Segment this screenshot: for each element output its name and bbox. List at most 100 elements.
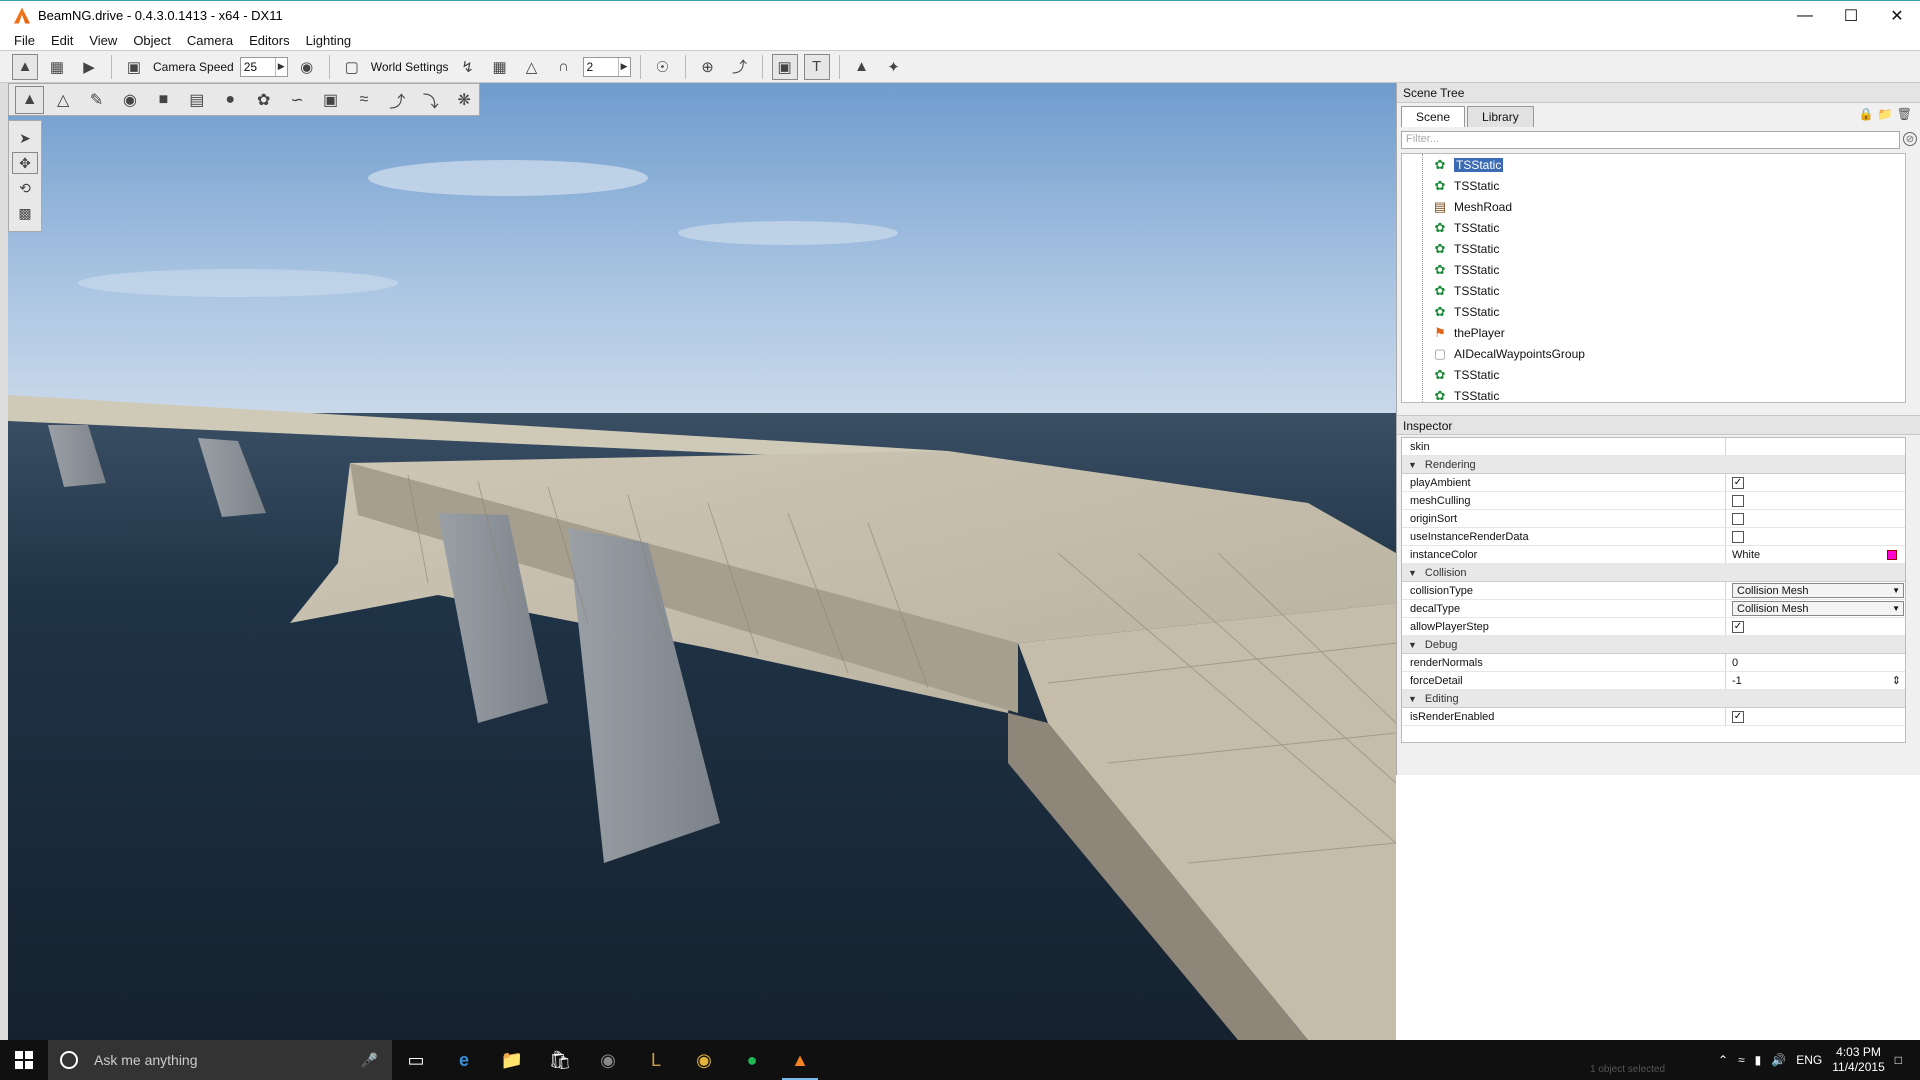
material-editor-icon[interactable]: ◉ — [115, 86, 144, 114]
tree-item[interactable]: ✿ TSStatic — [1402, 364, 1905, 385]
rotate-gizmo-icon[interactable]: ⟲ — [12, 177, 38, 199]
3d-viewport[interactable] — [8, 83, 1396, 1040]
file-explorer-icon[interactable]: 📁 — [488, 1040, 536, 1080]
tree-item[interactable]: ✿ TSStatic — [1402, 280, 1905, 301]
collapse-arrow-icon[interactable]: ▼ — [1408, 568, 1417, 578]
tree-item[interactable]: ✿ TSStatic — [1402, 217, 1905, 238]
scene-render[interactable] — [8, 83, 1396, 1040]
snap-to-terrain-icon[interactable]: ↯ — [455, 54, 481, 80]
camera-speed-stepper[interactable]: 25 ▶ — [239, 56, 288, 77]
cortana-search-box[interactable]: Ask me anything 🎤 — [48, 1040, 392, 1080]
forest-editor-icon[interactable]: ✿ — [249, 86, 278, 114]
select-arrow-icon[interactable]: ➤ — [12, 127, 38, 149]
terrain-painter-icon[interactable]: ✎ — [82, 86, 111, 114]
color-swatch[interactable] — [1887, 549, 1897, 560]
prefab-icon[interactable]: ▲ — [849, 54, 875, 80]
camera-icon[interactable]: ▣ — [121, 54, 147, 80]
tree-item[interactable]: ⚑ thePlayer — [1402, 322, 1905, 343]
menu-lighting[interactable]: Lighting — [298, 33, 360, 48]
tree-item[interactable]: ▢ AIDecalWaypointsGroup — [1402, 343, 1905, 364]
menu-object[interactable]: Object — [125, 33, 179, 48]
screenshot-icon[interactable]: ▢ — [339, 54, 365, 80]
tree-item[interactable]: ✿ TSStatic — [1402, 259, 1905, 280]
network-icon[interactable]: ≈ — [1738, 1053, 1745, 1067]
text-icon[interactable]: T — [803, 53, 830, 80]
close-button[interactable]: ✕ — [1874, 1, 1920, 31]
collapse-arrow-icon[interactable]: ▼ — [1408, 640, 1417, 650]
tree-item[interactable]: ✿ TSStatic — [1402, 301, 1905, 322]
origin-sort-checkbox[interactable] — [1732, 512, 1744, 525]
play-ambient-checkbox[interactable]: ✓ — [1732, 476, 1744, 489]
menu-file[interactable]: File — [6, 33, 43, 48]
decal-editor-icon[interactable]: ● — [216, 86, 245, 114]
snap-value-stepper[interactable]: 2 ▶ — [582, 56, 631, 77]
action-center-icon[interactable]: □ — [1895, 1053, 1902, 1067]
tree-item[interactable]: ✿ TSStatic — [1402, 175, 1905, 196]
lock-icon[interactable]: 🔒 — [1859, 107, 1874, 121]
allow-player-step-checkbox[interactable]: ✓ — [1732, 620, 1744, 633]
mesh-culling-checkbox[interactable] — [1732, 494, 1744, 507]
visibility-eye-icon[interactable]: ◉ — [294, 54, 320, 80]
volume-icon[interactable]: 🔊 — [1771, 1053, 1786, 1067]
particle-editor-icon[interactable]: ❋ — [449, 86, 478, 114]
move-gizmo-icon[interactable]: ✥ — [12, 152, 38, 174]
group-rendering[interactable]: ▼ Rendering — [1402, 456, 1905, 474]
object-center-icon[interactable]: ⊕ — [695, 54, 721, 80]
spotify-icon[interactable]: ● — [728, 1040, 776, 1080]
menu-edit[interactable]: Edit — [43, 33, 81, 48]
terrain-editor-icon[interactable]: △ — [48, 86, 77, 114]
group-editing[interactable]: ▼ Editing — [1402, 690, 1905, 708]
force-detail-field[interactable]: -1 — [1732, 675, 1742, 687]
is-render-enabled-checkbox[interactable]: ✓ — [1732, 710, 1744, 723]
store-icon[interactable]: 🛍 — [536, 1040, 584, 1080]
use-instance-render-data-checkbox[interactable] — [1732, 530, 1744, 543]
render-normals-field[interactable]: 0 — [1726, 654, 1905, 671]
collapse-arrow-icon[interactable]: ▼ — [1408, 694, 1417, 704]
tree-item[interactable]: ✿ TSStatic — [1402, 238, 1905, 259]
stepper-arrow-icon[interactable]: ▶ — [617, 57, 630, 76]
clear-filter-icon[interactable]: ⊘ — [1903, 132, 1917, 146]
magnet-icon[interactable]: ∩ — [551, 54, 577, 80]
tree-item[interactable]: ▤ MeshRoad — [1402, 196, 1905, 217]
sketch-tool-icon[interactable]: ■ — [149, 86, 178, 114]
minimize-button[interactable]: — — [1782, 1, 1828, 31]
filter-input[interactable]: Filter... ⊘ — [1401, 131, 1917, 149]
microphone-icon[interactable]: 🎤 — [361, 1052, 378, 1069]
menu-editors[interactable]: Editors — [241, 33, 297, 48]
instance-color-value[interactable]: White — [1732, 549, 1760, 561]
convex-editor-icon[interactable]: ▣ — [316, 86, 345, 114]
tab-library[interactable]: Library — [1467, 106, 1534, 127]
league-launcher-icon[interactable]: L — [632, 1040, 680, 1080]
terrain-snap-icon[interactable]: △ — [519, 54, 545, 80]
stepper-arrow-icon[interactable]: ▶ — [274, 57, 287, 76]
decal-road-editor-icon[interactable]: ⤵ — [416, 86, 445, 114]
tab-scene[interactable]: Scene — [1401, 106, 1466, 127]
world-axis-icon[interactable]: ⤴ — [727, 54, 753, 80]
world-editor-icon[interactable]: ▲ — [12, 53, 38, 80]
fit-selection-icon[interactable]: ▣ — [771, 53, 798, 80]
world-settings-button[interactable]: World Settings — [371, 60, 449, 74]
beamng-taskbar-icon[interactable]: ▲ — [776, 1040, 824, 1080]
spinner-icon[interactable]: ⇕ — [1892, 674, 1901, 687]
gui-editor-icon[interactable]: ▦ — [44, 54, 70, 80]
chevron-up-icon[interactable]: ⌃ — [1718, 1053, 1728, 1067]
task-view-icon[interactable]: ▭ — [392, 1040, 440, 1080]
obs-icon[interactable]: ◉ — [584, 1040, 632, 1080]
clock[interactable]: 4:03 PM 11/4/2015 — [1832, 1045, 1885, 1075]
river-editor-icon[interactable]: ≈ — [349, 86, 378, 114]
tree-item[interactable]: ✿ TSStatic — [1402, 154, 1905, 175]
collision-type-dropdown[interactable]: Collision Mesh ▼ — [1732, 583, 1904, 598]
edge-browser-icon[interactable]: e — [440, 1040, 488, 1080]
datablock-editor-icon[interactable]: ▤ — [182, 86, 211, 114]
collapse-arrow-icon[interactable]: ▼ — [1408, 460, 1417, 470]
skin-field[interactable] — [1726, 438, 1905, 455]
language-indicator[interactable]: ENG — [1796, 1053, 1822, 1067]
group-collision[interactable]: ▼ Collision — [1402, 564, 1905, 582]
road-editor-icon[interactable]: ⤴ — [383, 86, 412, 114]
grid-icon[interactable]: ▦ — [487, 54, 513, 80]
decal-type-dropdown[interactable]: Collision Mesh ▼ — [1732, 601, 1904, 616]
windows-start-icon[interactable] — [0, 1040, 48, 1080]
menu-view[interactable]: View — [81, 33, 125, 48]
mesh-road-editor-icon[interactable]: ∽ — [282, 86, 311, 114]
snap-value[interactable]: 2 — [584, 60, 618, 74]
